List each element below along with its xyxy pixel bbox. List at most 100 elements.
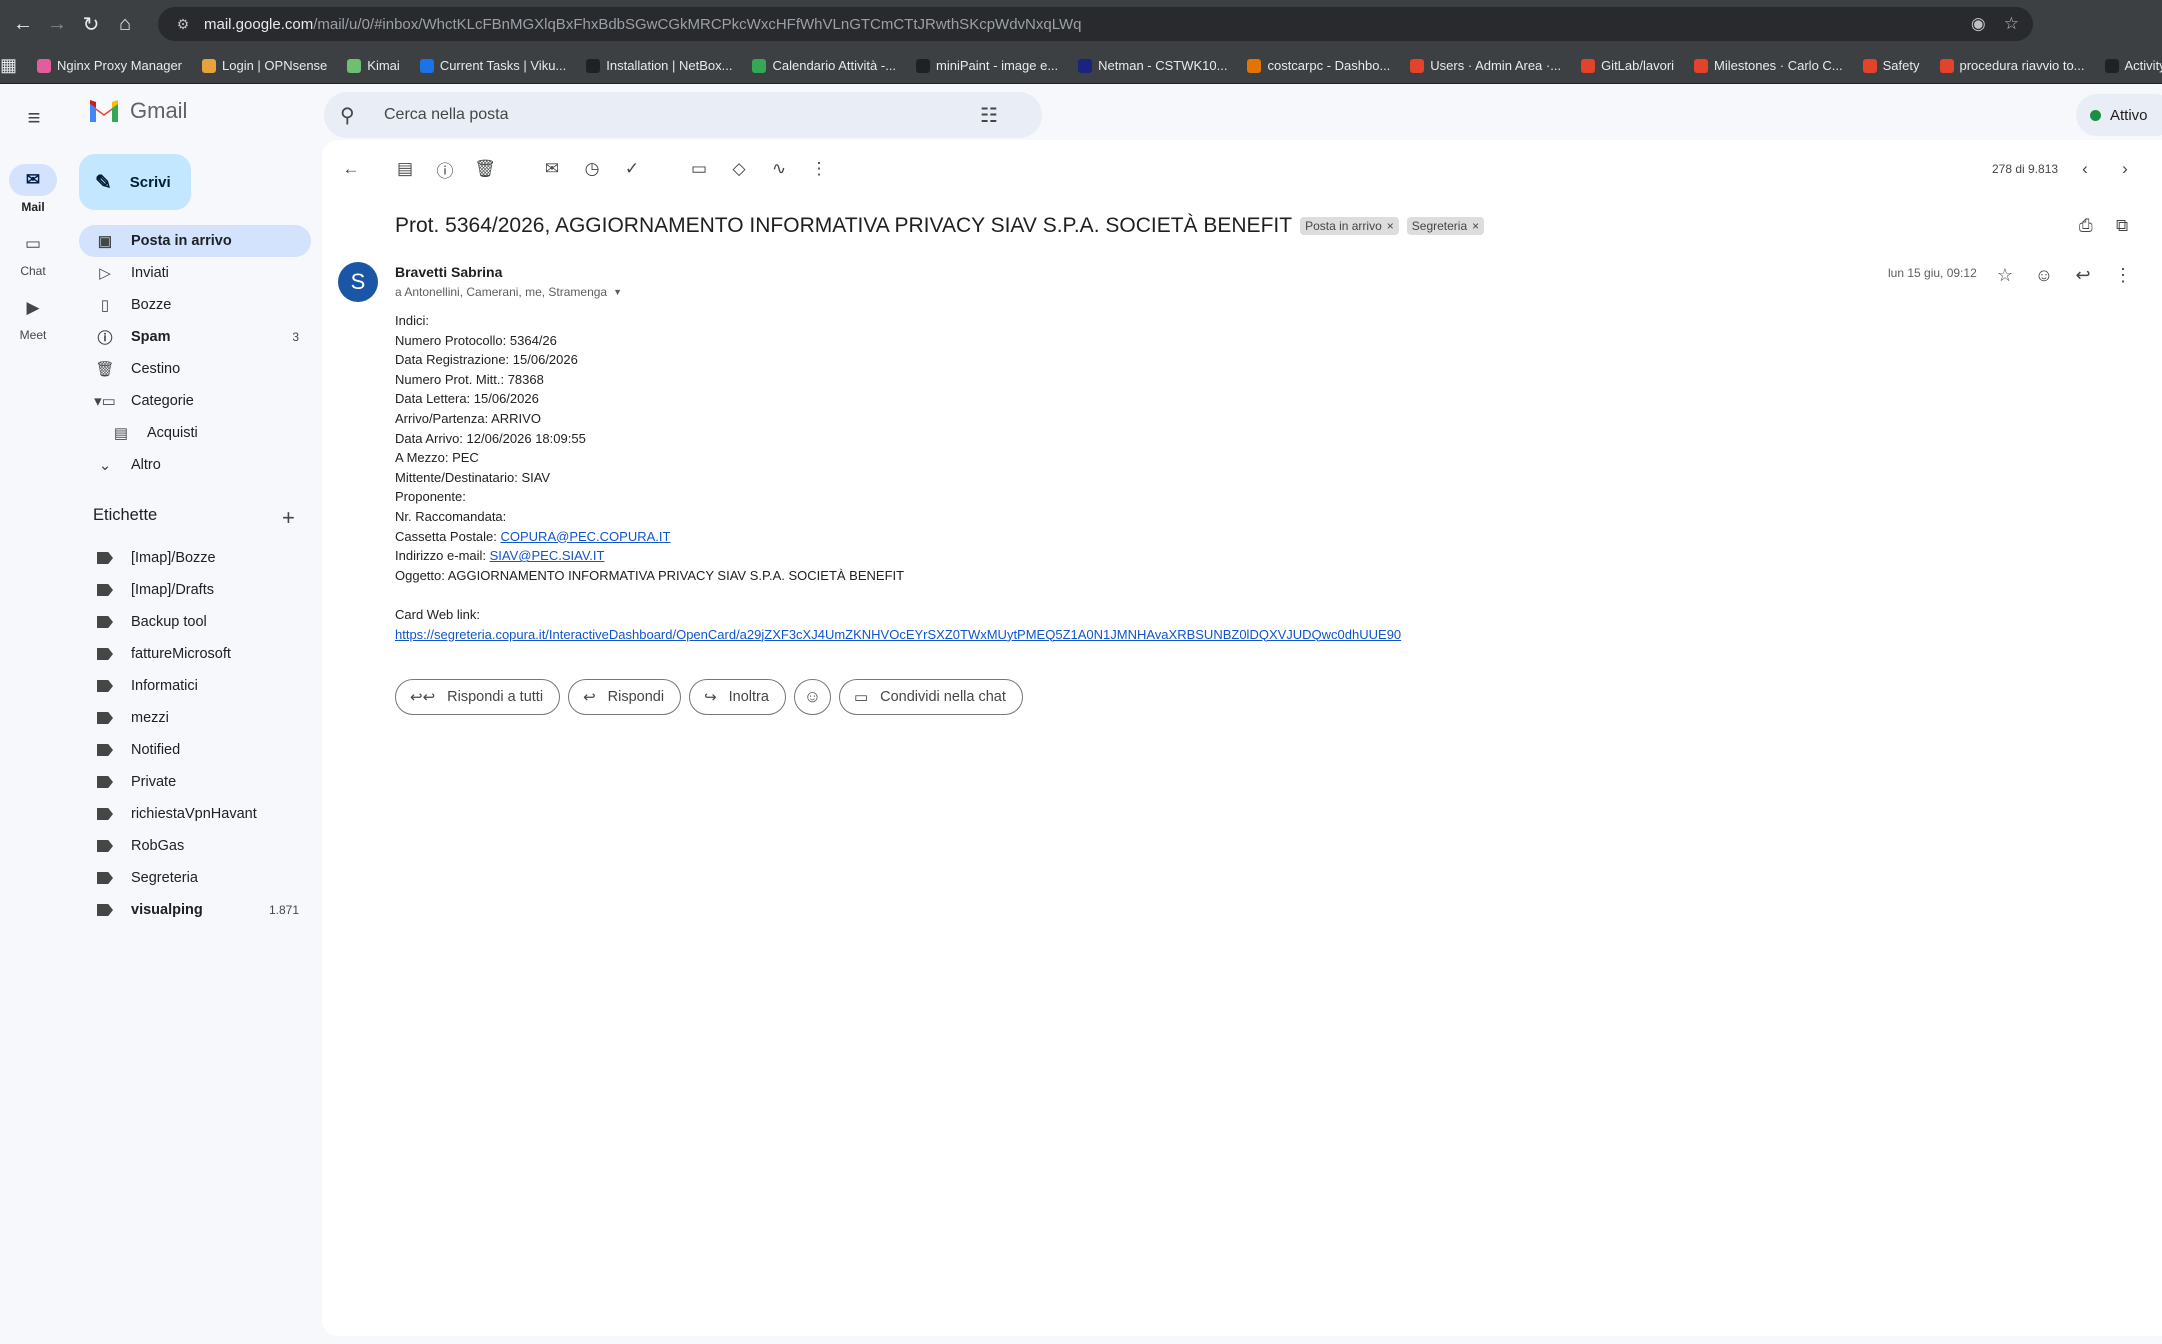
bookmark-item[interactable]: Kimai: [347, 58, 400, 73]
bookmark-item[interactable]: Current Tasks | Viku...: [419, 58, 566, 73]
bookmark-item[interactable]: Safety: [1862, 58, 1920, 73]
forward-icon[interactable]: →: [40, 7, 74, 41]
bookmark-item[interactable]: procedura riavvio to...: [1939, 58, 2085, 73]
search-bar[interactable]: ⚲ ☷: [324, 92, 1042, 138]
site-info-icon[interactable]: ⚙: [172, 13, 194, 35]
apps-grid-icon[interactable]: ▦: [0, 48, 17, 83]
rail-chat[interactable]: ▭ Chat: [0, 228, 66, 278]
sidebar-item-more[interactable]: ⌄ Altro: [79, 449, 311, 481]
label-expand-icon: ▾▭: [94, 393, 116, 410]
close-icon[interactable]: ×: [1387, 219, 1394, 233]
open-new-window-icon[interactable]: ⧉: [2116, 216, 2128, 236]
snooze-icon[interactable]: ◷: [579, 156, 605, 182]
filter-options-icon[interactable]: ☷: [980, 103, 998, 128]
reply-actions: ↩↩ Rispondi a tutti ↩ Rispondi ↪ Inoltra ☺ …: [395, 679, 1023, 715]
newer-chevron-icon[interactable]: ‹: [2072, 156, 2098, 182]
menu-icon[interactable]: ≡: [14, 98, 54, 138]
reply-button[interactable]: ↩ Rispondi: [568, 679, 682, 715]
bookmark-item[interactable]: Calendario Attività -...: [752, 58, 896, 73]
bookmark-item[interactable]: Installation | NetBox...: [586, 58, 732, 73]
bookmark-item[interactable]: costcarpc - Dashbo...: [1247, 58, 1390, 73]
rail-meet[interactable]: ▶ Meet: [0, 292, 66, 342]
sidebar-item-trash[interactable]: 🗑 Cestino: [79, 353, 311, 385]
bookmark-item[interactable]: GitLab/lavori: [1581, 58, 1674, 73]
cassetta-email-link[interactable]: COPURA@PEC.COPURA.IT: [501, 529, 671, 544]
body-line: Numero Prot. Mitt.: 78368: [395, 371, 544, 387]
close-icon[interactable]: ×: [1472, 219, 1479, 233]
bookmark-item[interactable]: miniPaint - image e...: [916, 58, 1058, 73]
label-item[interactable]: Backup tool: [79, 606, 311, 638]
eye-off-icon[interactable]: ◉: [1971, 14, 1986, 34]
search-icon[interactable]: ⚲: [340, 103, 366, 128]
label-item[interactable]: Informatici: [79, 670, 311, 702]
print-icon[interactable]: ⎙: [2079, 216, 2093, 236]
bookmark-label: ActivityWatch/activi...: [2124, 58, 2162, 73]
label-item[interactable]: richiestaVpnHavant: [79, 798, 311, 830]
gmail-logo[interactable]: Gmail: [88, 98, 187, 124]
label-item[interactable]: visualping 1.871: [79, 894, 311, 926]
status-indicator[interactable]: Attivo: [2076, 94, 2162, 136]
url-text[interactable]: mail.google.com/mail/u/0/#inbox/WhctKLcF…: [204, 16, 1904, 33]
more-vert-icon[interactable]: ⋮: [806, 156, 832, 182]
mark-unread-icon[interactable]: ✉: [539, 156, 565, 182]
address-bar[interactable]: ⚙ mail.google.com/mail/u/0/#inbox/WhctKL…: [158, 7, 2033, 41]
compose-button[interactable]: ✎ Scrivi: [79, 154, 191, 210]
report-spam-icon[interactable]: ⓘ: [432, 156, 458, 182]
emoji-icon[interactable]: ☺: [2031, 262, 2057, 288]
label-icon[interactable]: ◇: [726, 156, 752, 182]
move-to-icon[interactable]: ▭: [686, 156, 712, 182]
card-web-link[interactable]: https://segreteria.copura.it/Interactive…: [395, 627, 1401, 642]
label-item[interactable]: Notified: [79, 734, 311, 766]
add-task-icon[interactable]: ✓: [619, 156, 645, 182]
sidebar-item-spam[interactable]: ⓘ Spam 3: [79, 321, 311, 353]
label-item[interactable]: [Imap]/Bozze: [79, 542, 311, 574]
sidebar-item-purchases[interactable]: ▤ Acquisti: [79, 417, 311, 449]
sidebar-item-drafts[interactable]: ▯ Bozze: [79, 289, 311, 321]
label-item[interactable]: fattureMicrosoft: [79, 638, 311, 670]
star-icon[interactable]: ☆: [1992, 262, 2018, 288]
reply-all-button[interactable]: ↩↩ Rispondi a tutti: [395, 679, 561, 715]
filter-messages-icon[interactable]: ∿: [766, 156, 792, 182]
avatar[interactable]: S: [338, 262, 378, 302]
rail-mail-label: Mail: [21, 200, 45, 214]
bookmark-item[interactable]: Users · Admin Area ·...: [1410, 58, 1561, 73]
bookmark-star-icon[interactable]: ☆: [2004, 14, 2019, 34]
label-item[interactable]: [Imap]/Drafts: [79, 574, 311, 606]
label-item[interactable]: Private: [79, 766, 311, 798]
share-chat-button[interactable]: ▭ Condividi nella chat: [838, 679, 1023, 715]
sender-name[interactable]: Bravetti Sabrina: [395, 264, 502, 280]
share-chat-label: Condividi nella chat: [880, 689, 1006, 705]
bookmark-item[interactable]: Nginx Proxy Manager: [37, 58, 182, 73]
archive-icon[interactable]: ▤: [392, 156, 418, 182]
chevron-down-icon[interactable]: ▼: [613, 287, 622, 297]
bookmark-item[interactable]: Netman - CSTWK10...: [1078, 58, 1227, 73]
label-count: 1.871: [268, 903, 299, 917]
add-label-icon[interactable]: +: [282, 505, 295, 531]
bookmark-item[interactable]: Milestones · Carlo C...: [1694, 58, 1843, 73]
emoji-react-button[interactable]: ☺: [793, 679, 831, 715]
delete-icon[interactable]: 🗑: [472, 156, 498, 182]
sender-email-link[interactable]: SIAV@PEC.SIAV.IT: [490, 548, 605, 563]
label-item[interactable]: RobGas: [79, 830, 311, 862]
home-icon[interactable]: ⌂: [108, 7, 142, 41]
forward-button[interactable]: ↪ Inoltra: [689, 679, 786, 715]
reload-icon[interactable]: ↻: [74, 7, 108, 41]
reply-icon[interactable]: ↩: [2070, 262, 2096, 288]
sidebar-item-categories[interactable]: ▾▭ Categorie: [79, 385, 311, 417]
sidebar-item-inbox[interactable]: ▣ Posta in arrivo: [79, 225, 311, 257]
label-item[interactable]: Segreteria: [79, 862, 311, 894]
more-vert-icon[interactable]: ⋮: [2110, 262, 2136, 288]
bookmark-item[interactable]: ActivityWatch/activi...: [2104, 58, 2162, 73]
chip-inbox[interactable]: Posta in arrivo ×: [1300, 217, 1399, 235]
back-to-inbox-icon[interactable]: ←: [338, 156, 364, 182]
chip-segreteria[interactable]: Segreteria ×: [1406, 217, 1485, 235]
bookmark-item[interactable]: Login | OPNsense: [202, 58, 327, 73]
sidebar-item-sent[interactable]: ▷ Inviati: [79, 257, 311, 289]
recipients-text: a Antonellini, Camerani, me, Stramenga: [395, 285, 608, 299]
rail-mail[interactable]: ✉ Mail: [0, 164, 66, 214]
back-icon[interactable]: ←: [6, 7, 40, 41]
older-chevron-icon[interactable]: ›: [2112, 156, 2138, 182]
search-input[interactable]: [384, 106, 974, 124]
label-item[interactable]: mezzi: [79, 702, 311, 734]
bookmark-favicon-icon: [1247, 58, 1262, 73]
